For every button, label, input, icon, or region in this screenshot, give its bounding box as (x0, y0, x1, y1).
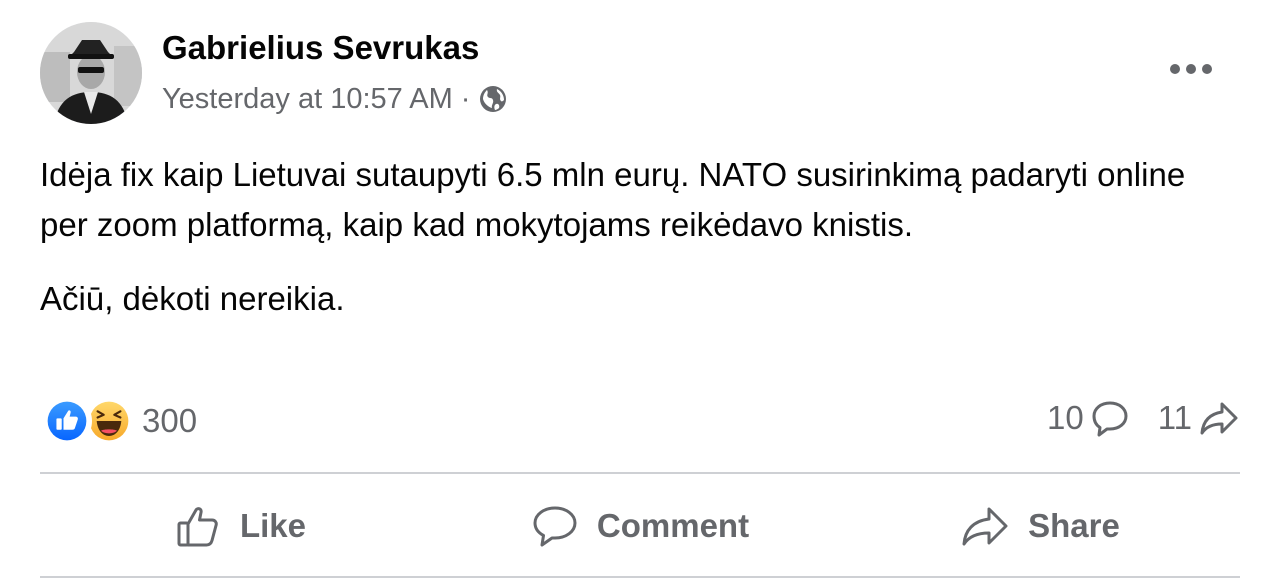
like-reaction-icon (42, 396, 92, 446)
author-name[interactable]: Gabrielius Sevrukas (162, 28, 479, 68)
share-count-link[interactable]: 11 (1158, 398, 1240, 438)
engagement-counts: 10 11 (1047, 398, 1240, 438)
comment-label: Comment (596, 507, 750, 544)
avatar[interactable] (40, 22, 142, 124)
share-button[interactable]: Share (840, 478, 1240, 574)
post-meta: Yesterday at 10:57 AM · (162, 80, 508, 118)
divider (40, 472, 1240, 474)
reactions-summary[interactable]: 300 (42, 396, 197, 446)
comment-count: 10 (1047, 399, 1084, 436)
more-options-icon (1170, 64, 1212, 74)
post-paragraph: Idėja fix kaip Lietuvai sutaupyti 6.5 ml… (40, 156, 1186, 243)
share-count: 11 (1157, 399, 1192, 436)
comment-bubble-icon (1092, 401, 1128, 437)
comment-icon (533, 506, 577, 547)
share-icon (962, 507, 1008, 546)
thumbs-up-icon (177, 507, 218, 547)
facebook-post: Gabrielius Sevrukas Yesterday at 10:57 A… (0, 0, 1280, 582)
more-options-button[interactable] (1166, 52, 1216, 86)
like-button[interactable]: Like (40, 478, 440, 574)
like-label: Like (239, 507, 307, 544)
comment-button[interactable]: Comment (440, 478, 840, 574)
share-label: Share (1028, 507, 1120, 544)
reaction-count: 300 (142, 402, 198, 439)
share-arrow-icon (1200, 402, 1238, 435)
post-actions-bar: Like Comment Share (40, 478, 1240, 574)
avatar-photo (40, 22, 142, 124)
meta-separator: · (460, 83, 471, 115)
post-paragraph: Ačiū, dėkoti nereikia. (40, 280, 345, 317)
post-body: Idėja fix kaip Lietuvai sutaupyti 6.5 ml… (40, 150, 1240, 324)
globe-icon[interactable] (478, 84, 508, 114)
comment-count-link[interactable]: 10 (1047, 398, 1130, 438)
post-timestamp[interactable]: Yesterday at 10:57 AM (162, 80, 453, 118)
divider (40, 576, 1240, 578)
